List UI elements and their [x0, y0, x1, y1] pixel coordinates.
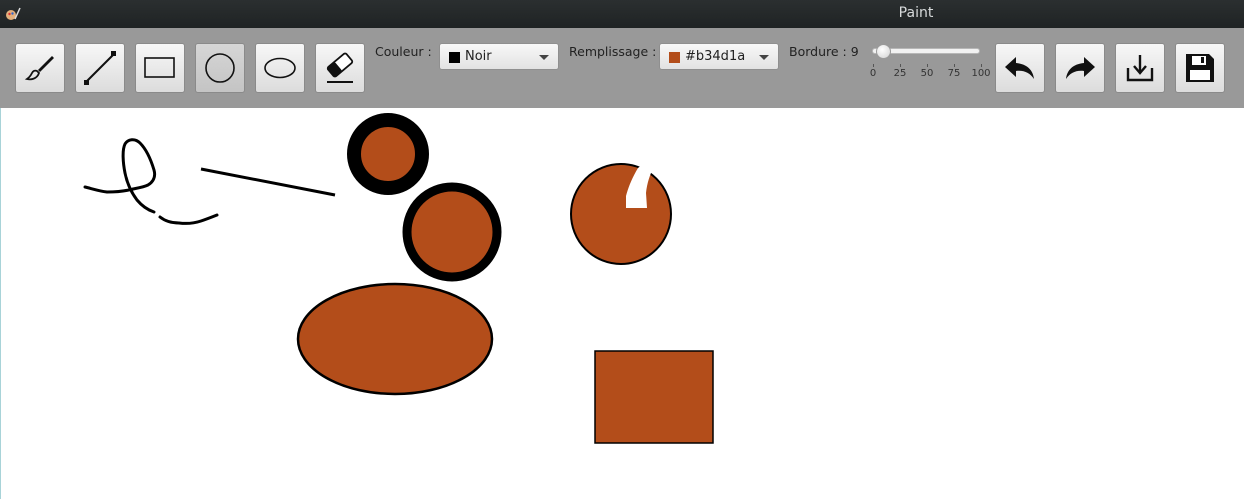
line-shape	[200, 167, 336, 197]
rectangle-tool-button[interactable]	[135, 43, 185, 93]
export-button[interactable]	[1115, 43, 1165, 93]
drawing-canvas[interactable]	[0, 108, 1244, 499]
border-label: Bordure : 9	[789, 44, 859, 59]
slider-tick-label: 25	[893, 68, 907, 79]
floppy-disk-icon	[1186, 54, 1214, 82]
line-tool-button[interactable]	[75, 43, 125, 93]
undo-icon	[1005, 57, 1034, 79]
ellipse-shape	[296, 282, 494, 396]
download-icon	[1126, 55, 1154, 82]
circle-shape	[570, 163, 672, 265]
fill-swatch	[669, 52, 680, 63]
circle-shape	[402, 182, 502, 282]
slider-tick-label: 75	[947, 68, 961, 79]
circle-shape	[347, 113, 429, 195]
undo-button[interactable]	[995, 43, 1045, 93]
fill-dropdown[interactable]: #b34d1a	[659, 43, 779, 70]
canvas-drawing	[83, 113, 714, 444]
color-label: Couleur :	[375, 44, 432, 59]
chevron-down-icon	[539, 55, 549, 60]
slider-tick-mark	[927, 64, 928, 67]
circle-icon	[205, 53, 235, 83]
slider-tick-label: 100	[971, 68, 991, 79]
freehand-stroke	[158, 213, 219, 225]
title-bar: Paint	[0, 0, 1244, 28]
redo-button[interactable]	[1055, 43, 1105, 93]
save-button[interactable]	[1175, 43, 1225, 93]
brush-icon	[24, 56, 54, 81]
slider-tick-mark	[981, 64, 982, 67]
line-icon	[84, 51, 116, 85]
slider-tick-mark	[873, 64, 874, 67]
ellipse-tool-button[interactable]	[255, 43, 305, 93]
slider-tick-mark	[900, 64, 901, 67]
window-title: Paint	[898, 5, 934, 21]
brush-tool-button[interactable]	[15, 43, 65, 93]
freehand-stroke	[83, 138, 157, 214]
color-value: Noir	[465, 49, 492, 64]
fill-label: Remplissage :	[569, 44, 657, 59]
color-dropdown[interactable]: Noir	[439, 43, 559, 70]
slider-tick-label: 50	[920, 68, 934, 79]
border-slider[interactable]: 0 25 50 75 100	[869, 44, 991, 88]
chevron-down-icon	[759, 55, 769, 60]
slider-ticks: 0 25 50 75 100	[869, 64, 991, 88]
rectangle-shape	[594, 350, 714, 444]
toolbar: Couleur : Noir Remplissage : #b34d1a Bor…	[0, 28, 1244, 108]
rectangle-icon	[144, 57, 175, 78]
ellipse-icon	[264, 57, 296, 79]
eraser-tool-button[interactable]	[315, 43, 365, 93]
slider-thumb[interactable]	[875, 44, 891, 59]
fill-value: #b34d1a	[685, 49, 746, 64]
circle-tool-button[interactable]	[195, 43, 245, 93]
slider-tick-mark	[954, 64, 955, 67]
slider-tick-label: 0	[869, 68, 877, 79]
redo-icon	[1066, 57, 1095, 79]
eraser-icon	[326, 52, 354, 83]
color-swatch	[449, 52, 460, 63]
